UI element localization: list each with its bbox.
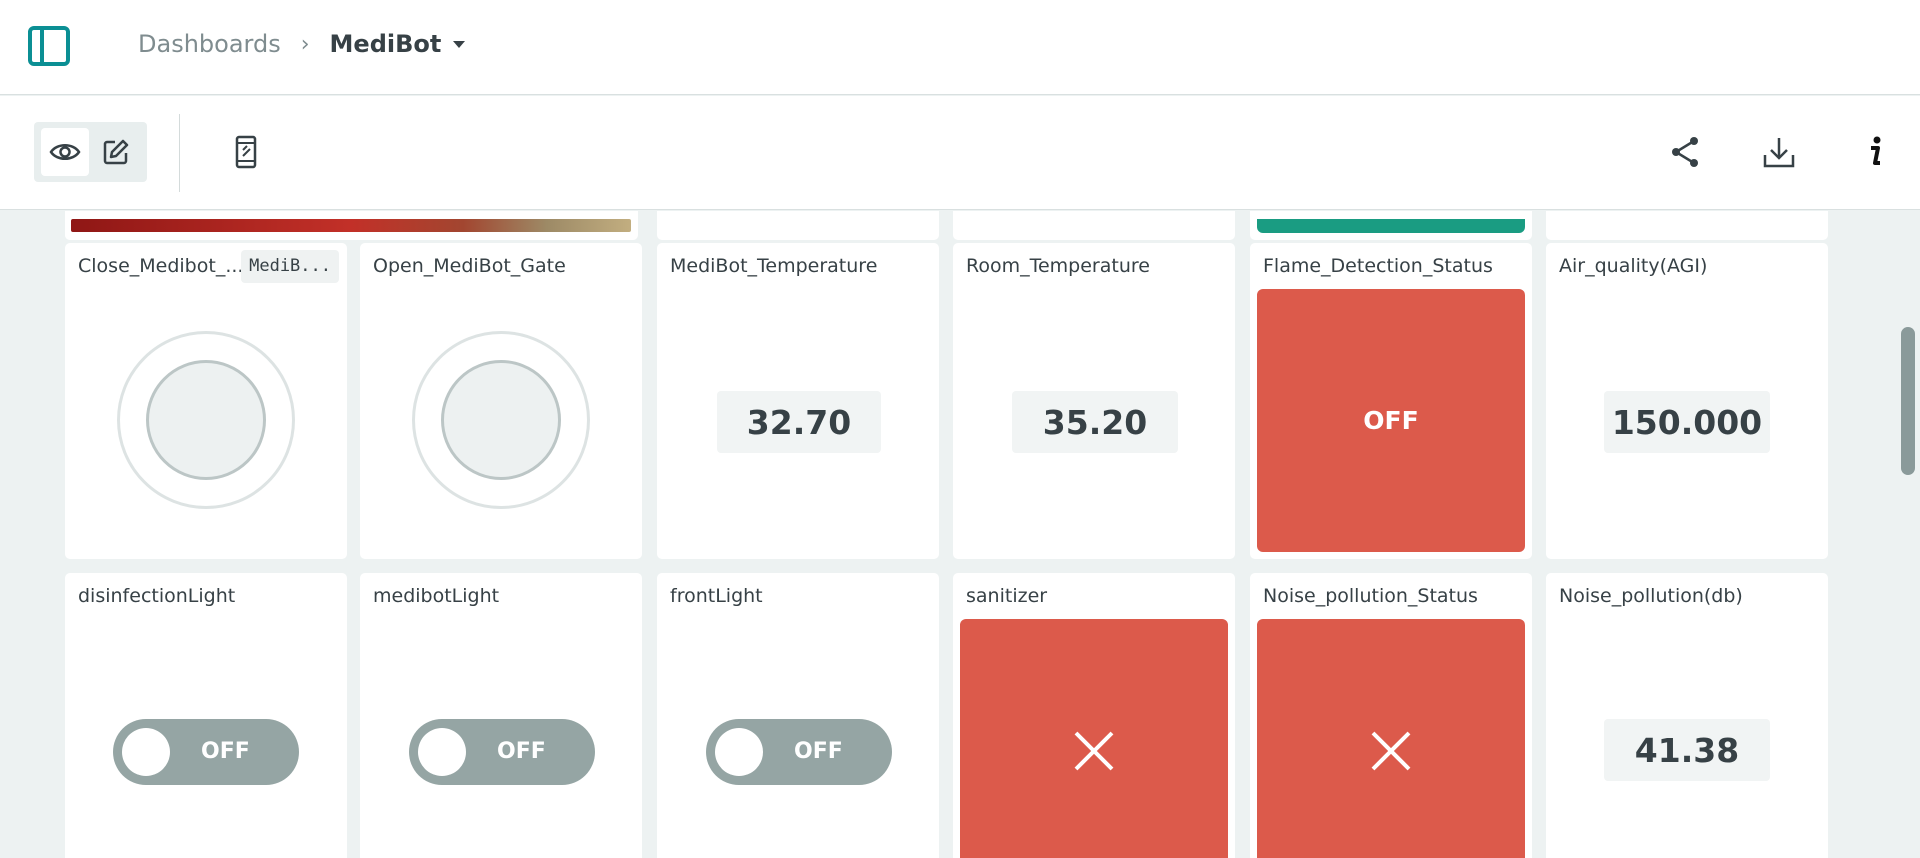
widget-medibot-temperature: MediBot_Temperature 32.70: [657, 243, 939, 559]
eye-icon: [49, 144, 81, 160]
switch-knob: [122, 728, 170, 776]
value-display: 32.70: [717, 391, 881, 453]
toggle-switch[interactable]: OFF: [409, 719, 595, 785]
widget-title: Flame_Detection_Status: [1263, 255, 1493, 277]
widget-partial: [953, 211, 1235, 240]
close-x-icon: [1074, 731, 1114, 771]
dashboard-toolbar: [0, 96, 1920, 210]
top-header: Dashboards › MediBot: [0, 0, 1920, 95]
widget-title: Noise_pollution(db): [1559, 585, 1743, 607]
widget-noise-db: Noise_pollution(db) 41.38: [1546, 573, 1828, 858]
mode-toggle-group: [34, 122, 147, 182]
widget-open-gate: Open_MediBot_Gate: [360, 243, 642, 559]
value-display: 41.38: [1604, 719, 1770, 781]
close-x-icon: [1371, 731, 1411, 771]
widget-title: medibotLight: [373, 585, 500, 607]
status-indicator: OFF: [1257, 289, 1525, 552]
mobile-phone-icon[interactable]: [223, 129, 269, 175]
breadcrumb-dashboards-link[interactable]: Dashboards: [138, 30, 281, 58]
dashboard-canvas: Close_Medibot_... MediB... Open_MediBot_…: [0, 211, 1920, 858]
toggle-switch[interactable]: OFF: [706, 719, 892, 785]
widget-close-gate: Close_Medibot_... MediB...: [65, 243, 347, 559]
scrollbar-thumb[interactable]: [1901, 327, 1915, 475]
status-indicator: [1257, 619, 1525, 858]
view-mode-button[interactable]: [41, 128, 89, 176]
breadcrumb-separator: ›: [300, 31, 310, 57]
push-button-ring: [412, 331, 590, 509]
widget-air-quality: Air_quality(AGI) 150.000: [1546, 243, 1828, 559]
switch-state-label: OFF: [201, 739, 250, 764]
widget-disinfection-light: disinfectionLight OFF: [65, 573, 347, 858]
widget-medibot-light: medibotLight OFF: [360, 573, 642, 858]
pencil-icon: [103, 139, 129, 165]
widget-front-light: frontLight OFF: [657, 573, 939, 858]
widget-room-temperature: Room_Temperature 35.20: [953, 243, 1235, 559]
download-icon[interactable]: [1756, 129, 1802, 175]
widget-noise-status: Noise_pollution_Status: [1250, 573, 1532, 858]
image-strip: [71, 219, 631, 232]
widget-title: MediBot_Temperature: [670, 255, 878, 277]
share-icon[interactable]: [1662, 129, 1708, 175]
switch-knob: [715, 728, 763, 776]
push-button-ring: [117, 331, 295, 509]
device-tag[interactable]: MediB...: [241, 250, 339, 283]
value-display: 150.000: [1604, 391, 1770, 453]
widget-title: disinfectionLight: [78, 585, 236, 607]
value-display: 35.20: [1012, 391, 1178, 453]
dashboard-title[interactable]: MediBot: [330, 30, 442, 58]
switch-state-label: OFF: [497, 739, 546, 764]
status-indicator: [960, 619, 1228, 858]
breadcrumb: Dashboards › MediBot: [138, 30, 466, 58]
push-button[interactable]: [441, 360, 561, 480]
status-text: OFF: [1363, 406, 1419, 435]
widget-partial: [1250, 211, 1532, 240]
toggle-switch[interactable]: OFF: [113, 719, 299, 785]
widget-title: Noise_pollution_Status: [1263, 585, 1478, 607]
widget-title: Open_MediBot_Gate: [373, 255, 566, 277]
status-bar: [1257, 219, 1525, 233]
image-widget-frame: [65, 211, 638, 240]
chevron-down-icon[interactable]: [453, 40, 466, 48]
widget-title: Room_Temperature: [966, 255, 1150, 277]
info-icon[interactable]: [1852, 129, 1898, 175]
switch-knob: [418, 728, 466, 776]
widget-partial: [1546, 211, 1828, 240]
widget-title: frontLight: [670, 585, 763, 607]
widget-title: sanitizer: [966, 585, 1048, 607]
widget-title: Air_quality(AGI): [1559, 255, 1708, 277]
edit-mode-button[interactable]: [92, 128, 140, 176]
widget-sanitizer: sanitizer: [953, 573, 1235, 858]
widget-title: Close_Medibot_...: [78, 255, 244, 277]
toolbar-divider: [179, 114, 180, 192]
scrollbar-track[interactable]: [1896, 211, 1920, 858]
push-button[interactable]: [146, 360, 266, 480]
sidebar-toggle-icon[interactable]: [28, 26, 70, 66]
widget-partial: [657, 211, 939, 240]
switch-state-label: OFF: [794, 739, 843, 764]
widget-flame-detection: Flame_Detection_Status OFF: [1250, 243, 1532, 559]
